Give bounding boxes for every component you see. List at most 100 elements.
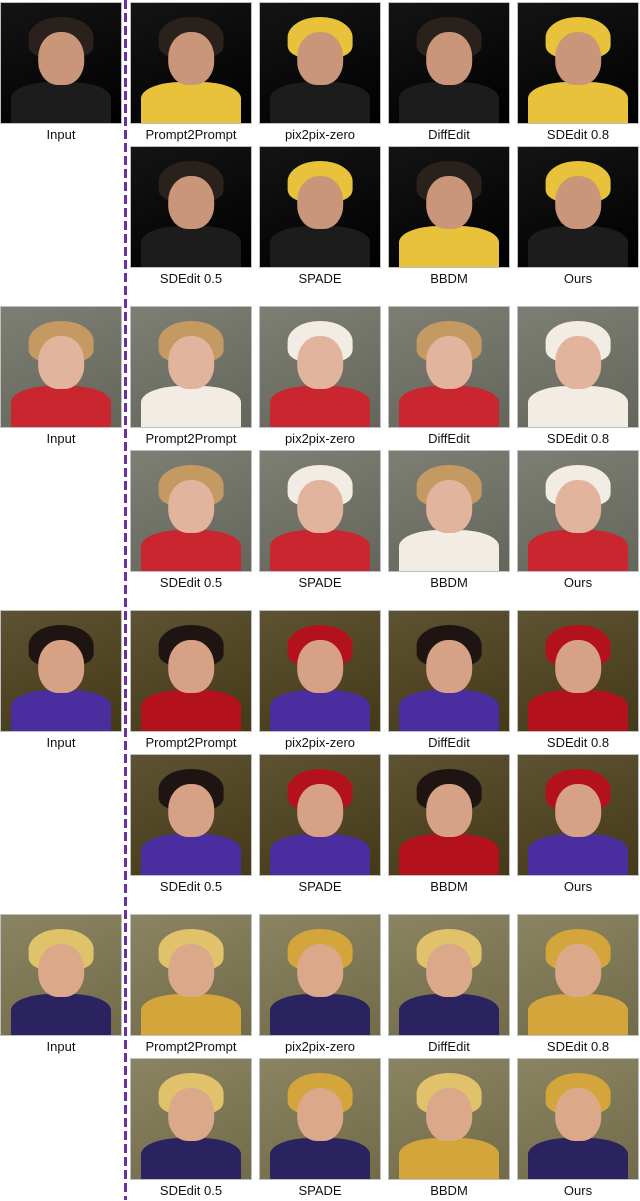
- method-label: pix2pix-zero: [284, 127, 356, 142]
- input-image: Input: [0, 306, 122, 449]
- method-label: Prompt2Prompt: [145, 431, 237, 446]
- method-label: pix2pix-zero: [284, 431, 356, 446]
- result-cell: Prompt2Prompt: [130, 914, 252, 1057]
- result-image: [388, 1058, 510, 1180]
- result-cell: BBDM: [388, 1058, 510, 1201]
- result-image: [517, 146, 639, 268]
- result-image: [130, 610, 252, 732]
- result-image: [0, 306, 122, 428]
- method-label: SDEdit 0.5: [159, 1183, 223, 1198]
- method-label: SDEdit 0.8: [546, 431, 610, 446]
- result-image: [259, 306, 381, 428]
- method-label: Input: [46, 1039, 76, 1054]
- method-label: Prompt2Prompt: [145, 735, 237, 750]
- method-label: SDEdit 0.5: [159, 271, 223, 286]
- result-image: [0, 2, 122, 124]
- method-label: SDEdit 0.8: [546, 1039, 610, 1054]
- result-cell: pix2pix-zero: [259, 2, 381, 145]
- method-label: Input: [46, 735, 76, 750]
- result-image: [259, 146, 381, 268]
- result-cell: Prompt2Prompt: [130, 610, 252, 753]
- method-label: SDEdit 0.8: [546, 735, 610, 750]
- method-label: DiffEdit: [428, 1039, 470, 1054]
- result-image: [259, 450, 381, 572]
- result-image: [517, 450, 639, 572]
- result-image: [259, 1058, 381, 1180]
- result-image: [388, 754, 510, 876]
- result-image: [517, 914, 639, 1036]
- result-cell: SPADE: [259, 146, 381, 289]
- result-image: [130, 1058, 252, 1180]
- result-cell: pix2pix-zero: [259, 914, 381, 1057]
- method-label: SDEdit 0.5: [159, 575, 223, 590]
- method-label: SDEdit 0.8: [546, 127, 610, 142]
- result-cell: SPADE: [259, 754, 381, 897]
- result-cell: BBDM: [388, 450, 510, 593]
- result-image: [259, 914, 381, 1036]
- method-label: DiffEdit: [428, 127, 470, 142]
- result-image: [130, 914, 252, 1036]
- result-cell: Ours: [517, 450, 639, 593]
- method-label: SPADE: [298, 271, 342, 286]
- method-label: DiffEdit: [428, 735, 470, 750]
- result-image: [388, 610, 510, 732]
- method-label: SPADE: [298, 879, 342, 894]
- result-image: [130, 754, 252, 876]
- method-label: Ours: [563, 575, 593, 590]
- result-cell: DiffEdit: [388, 306, 510, 449]
- method-label: SPADE: [298, 575, 342, 590]
- result-cell: DiffEdit: [388, 610, 510, 753]
- result-cell: BBDM: [388, 146, 510, 289]
- result-cell: Ours: [517, 146, 639, 289]
- method-label: BBDM: [430, 271, 468, 286]
- result-cell: Prompt2Prompt: [130, 2, 252, 145]
- result-cell: Ours: [517, 1058, 639, 1201]
- result-cell: SDEdit 0.5: [130, 754, 252, 897]
- result-image: [130, 306, 252, 428]
- method-label: BBDM: [430, 575, 468, 590]
- method-label: BBDM: [430, 879, 468, 894]
- method-label: pix2pix-zero: [284, 1039, 356, 1054]
- result-image: [517, 754, 639, 876]
- method-label: Ours: [563, 271, 593, 286]
- result-cell: SDEdit 0.8: [517, 914, 639, 1057]
- result-image: [388, 306, 510, 428]
- result-image: [130, 146, 252, 268]
- method-label: SPADE: [298, 1183, 342, 1198]
- result-cell: SDEdit 0.8: [517, 610, 639, 753]
- dashed-divider: [124, 0, 127, 1200]
- input-image: Input: [0, 2, 122, 145]
- input-image: Input: [0, 914, 122, 1057]
- result-image: [130, 450, 252, 572]
- result-cell: SPADE: [259, 450, 381, 593]
- method-label: Ours: [563, 879, 593, 894]
- result-cell: Ours: [517, 754, 639, 897]
- result-image: [517, 2, 639, 124]
- method-label: Ours: [563, 1183, 593, 1198]
- result-cell: BBDM: [388, 754, 510, 897]
- result-image: [259, 610, 381, 732]
- input-image: Input: [0, 610, 122, 753]
- result-cell: SDEdit 0.8: [517, 2, 639, 145]
- result-image: [388, 914, 510, 1036]
- result-image: [517, 610, 639, 732]
- method-label: Prompt2Prompt: [145, 127, 237, 142]
- method-label: pix2pix-zero: [284, 735, 356, 750]
- result-image: [388, 2, 510, 124]
- result-image: [130, 2, 252, 124]
- result-cell: SDEdit 0.5: [130, 146, 252, 289]
- result-cell: SDEdit 0.5: [130, 450, 252, 593]
- method-label: Input: [46, 431, 76, 446]
- result-image: [0, 610, 122, 732]
- method-label: Input: [46, 127, 76, 142]
- method-label: SDEdit 0.5: [159, 879, 223, 894]
- method-label: Prompt2Prompt: [145, 1039, 237, 1054]
- result-cell: DiffEdit: [388, 2, 510, 145]
- method-label: DiffEdit: [428, 431, 470, 446]
- result-image: [517, 306, 639, 428]
- result-image: [259, 2, 381, 124]
- result-cell: pix2pix-zero: [259, 306, 381, 449]
- method-label: BBDM: [430, 1183, 468, 1198]
- result-cell: Prompt2Prompt: [130, 306, 252, 449]
- result-image: [0, 914, 122, 1036]
